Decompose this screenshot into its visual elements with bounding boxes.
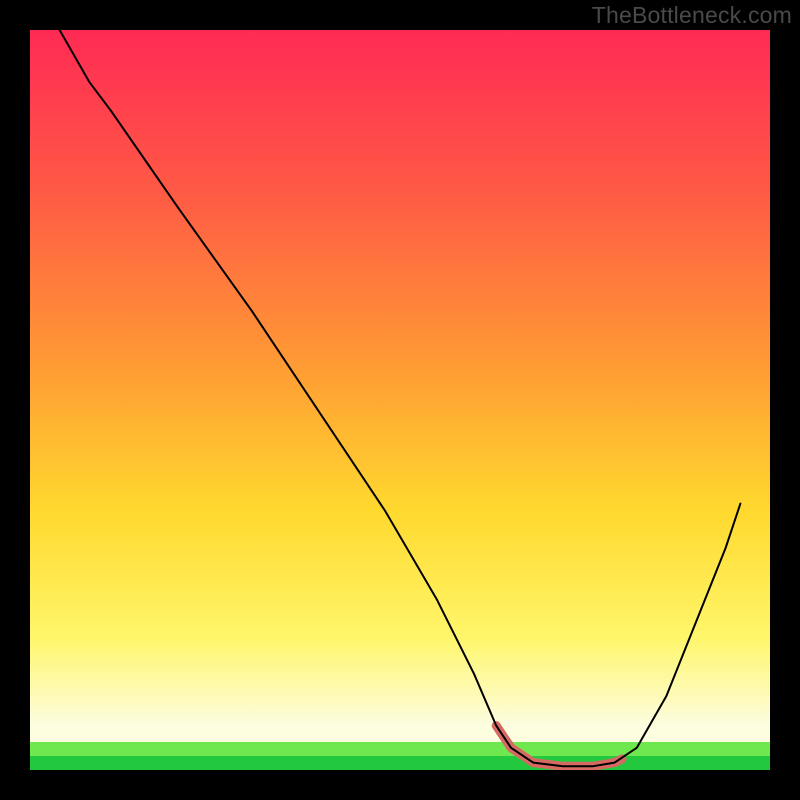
- chart-background: [30, 30, 770, 770]
- bottleneck-chart: [0, 0, 800, 800]
- green-band-inner: [30, 756, 770, 770]
- chart-container: TheBottleneck.com: [0, 0, 800, 800]
- watermark: TheBottleneck.com: [592, 2, 792, 29]
